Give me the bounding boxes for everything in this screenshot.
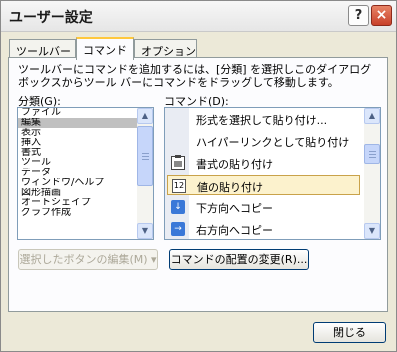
command-item-paste-hyperlink[interactable]: ハイパーリンクとして貼り付け <box>167 131 360 151</box>
paste-values-icon: 12 <box>172 179 186 193</box>
category-item[interactable]: オートシェイプ <box>18 198 153 208</box>
scroll-thumb[interactable] <box>137 126 153 186</box>
modify-selection-button[interactable]: 選択したボタンの編集(M) ▾ <box>18 249 158 270</box>
command-item-fill-right[interactable]: → 右方向へコピー <box>167 219 360 239</box>
title-bar: ユーザー設定 ? × <box>1 1 396 32</box>
category-item[interactable]: ファイル <box>18 108 153 118</box>
category-item[interactable]: 表示 <box>18 128 153 138</box>
rearrange-commands-button[interactable]: コマンドの配置の変更(R)... <box>169 249 309 270</box>
category-item[interactable]: グラフ作成 <box>18 208 153 218</box>
command-label: 書式の貼り付け <box>196 158 273 171</box>
categories-list[interactable]: ファイル 編集 表示 挿入 書式 ツール データ ウィンドウ/ヘルプ 図形描画 … <box>17 107 154 240</box>
scroll-up-arrow-icon[interactable]: ▲ <box>137 108 153 124</box>
command-item-fill-down[interactable]: ↓ 下方向へコピー <box>167 197 360 217</box>
commands-list[interactable]: 形式を選択して貼り付け... ハイパーリンクとして貼り付け 書式の貼り付け 12… <box>164 107 381 240</box>
close-button[interactable]: 閉じる <box>313 322 386 343</box>
scroll-down-arrow-icon[interactable]: ▼ <box>364 223 380 239</box>
commands-scrollbar[interactable]: ▲ ▼ <box>364 108 380 239</box>
window-title: ユーザー設定 <box>9 10 93 26</box>
command-label: 形式を選択して貼り付け... <box>196 114 328 127</box>
category-item[interactable]: 図形描画 <box>18 188 153 198</box>
command-label: 値の貼り付け <box>197 181 263 194</box>
category-item[interactable]: 書式 <box>18 148 153 158</box>
command-label: 下方向へコピー <box>196 202 273 215</box>
category-item[interactable]: ウィンドウ/ヘルプ <box>18 178 153 188</box>
category-item-selected[interactable]: 編集 <box>18 118 153 128</box>
scroll-up-arrow-icon[interactable]: ▲ <box>364 108 380 124</box>
command-label: 右方向へコピー <box>196 224 273 237</box>
command-item-paste-special[interactable]: 形式を選択して貼り付け... <box>167 109 360 129</box>
tab-commands[interactable]: コマンド <box>76 37 134 60</box>
command-item-paste-values[interactable]: 12 値の貼り付け <box>167 175 360 195</box>
command-label: ハイパーリンクとして貼り付け <box>196 136 350 149</box>
fill-right-icon: → <box>171 222 185 236</box>
command-item-paste-format[interactable]: 書式の貼り付け <box>167 153 360 173</box>
scroll-down-arrow-icon[interactable]: ▼ <box>137 223 153 239</box>
tab-toolbars[interactable]: ツールバー <box>9 39 76 59</box>
category-item[interactable]: ツール <box>18 158 153 168</box>
instruction-text: ツールバーにコマンドを追加するには、[分類] を選択しこのダイアログ ボックスか… <box>18 63 372 89</box>
category-item[interactable]: データ <box>18 168 153 178</box>
help-button[interactable]: ? <box>348 5 369 26</box>
tab-options[interactable]: オプション <box>134 39 197 59</box>
paste-format-icon <box>171 155 185 170</box>
fill-down-icon: ↓ <box>171 200 185 214</box>
category-item[interactable]: 挿入 <box>18 138 153 148</box>
scroll-thumb[interactable] <box>364 144 380 164</box>
close-window-button[interactable]: × <box>371 5 392 26</box>
categories-scrollbar[interactable]: ▲ ▼ <box>137 108 153 239</box>
